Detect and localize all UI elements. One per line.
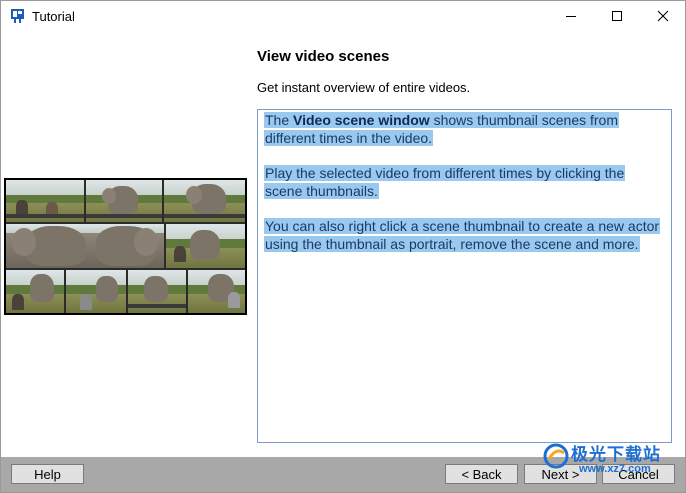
maximize-button[interactable]	[594, 1, 640, 32]
description-paragraph-2: Play the selected video from different t…	[258, 164, 671, 200]
scene-thumbnail	[86, 180, 162, 222]
scene-thumbnail	[6, 224, 164, 268]
scene-thumbnail	[6, 180, 84, 222]
tutorial-window: Tutorial View video scenes Get instant o…	[0, 0, 686, 493]
close-button[interactable]	[640, 1, 686, 32]
p1-bold-text: Video scene window	[293, 112, 430, 128]
description-paragraph-1: The Video scene window shows thumbnail s…	[258, 111, 671, 147]
minimize-icon	[566, 16, 576, 17]
back-button[interactable]: < Back	[445, 464, 518, 484]
help-button[interactable]: Help	[11, 464, 84, 484]
maximize-icon	[612, 11, 622, 21]
scene-thumbnail	[164, 180, 245, 222]
watermark-logo-icon	[543, 443, 569, 469]
p1-text-before: The	[265, 112, 294, 128]
site-watermark: 极光下载站 www.xz7.com	[539, 437, 685, 492]
description-paragraph-3: You can also right click a scene thumbna…	[258, 217, 671, 253]
page-heading: View video scenes	[257, 48, 390, 65]
watermark-url: www.xz7.com	[579, 463, 651, 475]
scene-thumbnail	[66, 270, 126, 313]
scene-thumbnail	[128, 270, 186, 313]
scene-thumbnail	[166, 224, 245, 268]
page-subtitle: Get instant overview of entire videos.	[257, 80, 471, 95]
illustration-panel	[1, 32, 247, 457]
window-title: Tutorial	[32, 9, 75, 24]
close-icon	[657, 10, 669, 22]
video-scene-thumbnails-image	[4, 178, 247, 315]
description-textbox[interactable]: The Video scene window shows thumbnail s…	[257, 109, 672, 443]
scene-thumbnail	[6, 270, 64, 313]
title-bar[interactable]: Tutorial	[1, 1, 685, 32]
p2-text: Play the selected video from different t…	[264, 165, 626, 199]
watermark-text: 极光下载站	[571, 445, 661, 464]
app-logo-icon	[11, 9, 24, 23]
scene-thumbnail	[188, 270, 245, 313]
p3-text: You can also right click a scene thumbna…	[264, 218, 661, 252]
minimize-button[interactable]	[548, 1, 594, 32]
